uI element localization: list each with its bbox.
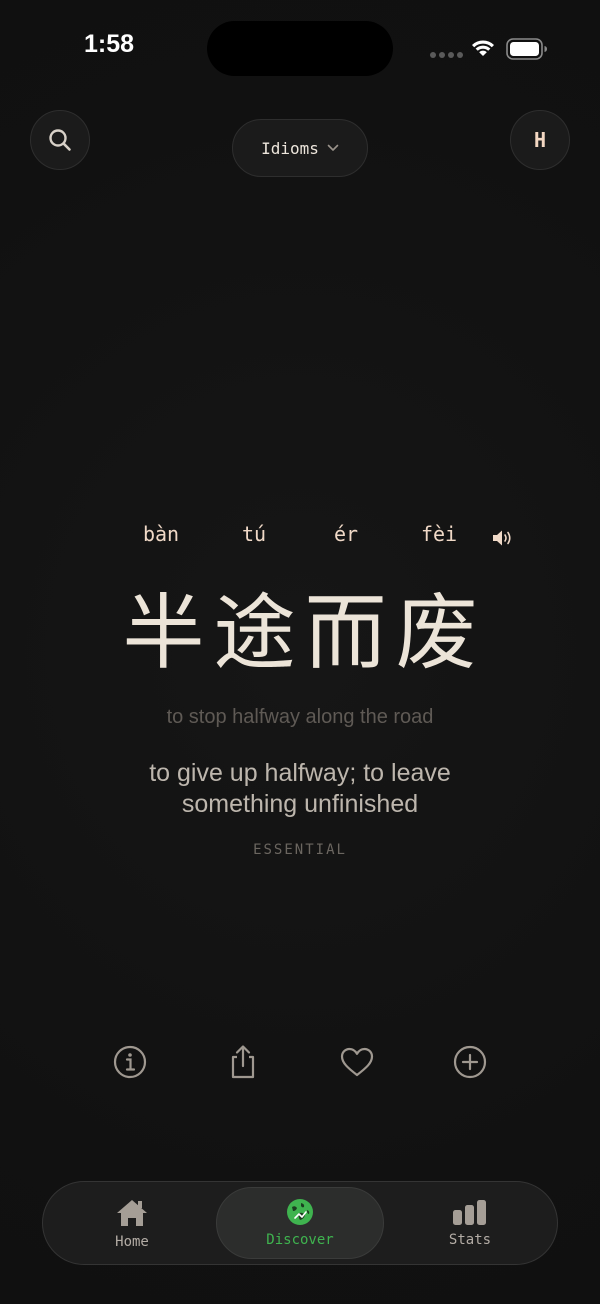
- wifi-icon: [472, 40, 494, 56]
- search-icon: [49, 129, 71, 151]
- level-badge: ESSENTIAL: [253, 842, 347, 858]
- tab-label: Stats: [448, 1232, 492, 1248]
- idiom-character: 半: [122, 585, 205, 681]
- idiom-character: 而: [304, 585, 387, 681]
- speaker-icon[interactable]: [492, 529, 514, 547]
- tab-label: Discover: [266, 1232, 334, 1248]
- add-to-deck-button[interactable]: [450, 1042, 490, 1082]
- heart-icon: [340, 1047, 374, 1077]
- literal-translation: to stop halfway along the road: [166, 706, 434, 728]
- category-selector[interactable]: Idioms: [232, 119, 368, 177]
- pinyin-syllable: fèi: [420, 522, 458, 546]
- battery-icon: [506, 38, 547, 60]
- share-icon: [231, 1045, 255, 1079]
- category-label: Idioms: [261, 138, 319, 158]
- idiom-meaning: to give up halfway; to leave something u…: [149, 759, 451, 818]
- avatar-initial: H: [533, 128, 547, 152]
- tab-discover[interactable]: Discover: [216, 1187, 384, 1259]
- tab-stats[interactable]: Stats: [411, 1182, 529, 1266]
- status-time: 1:58: [84, 30, 135, 58]
- house-icon: [117, 1200, 147, 1226]
- chevron-down-icon: [327, 144, 339, 151]
- idiom-characters: 半 途 而 废: [118, 570, 482, 681]
- status-bar: 1:58: [0, 0, 600, 96]
- search-button[interactable]: [30, 110, 90, 170]
- idiom-character: 途: [213, 585, 296, 681]
- cellular-signal-icon: [430, 52, 463, 58]
- profile-avatar-button[interactable]: H: [510, 110, 570, 170]
- tab-bar: Home Discover Stats: [42, 1181, 558, 1265]
- pinyin-row: bàn tú ér fèi: [110, 522, 511, 556]
- pinyin-syllable: tú: [241, 522, 267, 546]
- tab-label: Home: [115, 1234, 149, 1250]
- pinyin-syllable: bàn: [142, 522, 180, 546]
- info-button[interactable]: [110, 1042, 150, 1082]
- tab-home[interactable]: Home: [73, 1182, 191, 1266]
- info-icon: [113, 1045, 147, 1079]
- plus-circle-icon: [453, 1045, 487, 1079]
- pinyin-syllable: ér: [333, 522, 359, 546]
- share-button[interactable]: [223, 1042, 263, 1082]
- bar-chart-icon: [453, 1200, 486, 1225]
- favorite-button[interactable]: [337, 1042, 377, 1082]
- idiom-character: 废: [395, 585, 478, 681]
- globe-icon: [287, 1199, 313, 1225]
- dynamic-island: [207, 21, 393, 76]
